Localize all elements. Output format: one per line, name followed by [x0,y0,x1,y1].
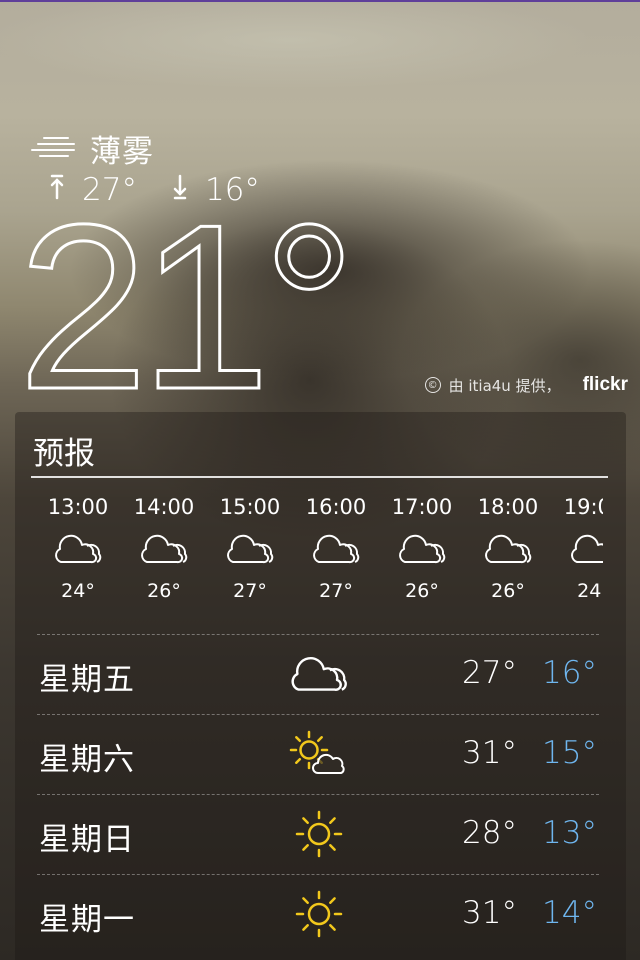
hourly-item: 17:00 26° [379,492,465,606]
hourly-item: 16:00 27° [293,492,379,606]
day-low: 13° [542,815,597,851]
partly-sunny-icon [287,727,351,781]
hourly-item: 14:00 26° [121,492,207,606]
current-temperature-text: 21° [18,185,348,395]
copyright-icon: © [424,377,441,393]
credit-text: 由 itia4u 提供， [448,376,561,395]
day-high: 27° [462,655,517,691]
top-accent-line [0,0,640,2]
cloud-icon [287,647,351,701]
hour-temp: 26° [147,580,181,602]
forecast-divider [31,476,608,478]
day-high: 31° [462,735,517,771]
hourly-forecast-strip[interactable]: 13:00 24° 14:00 26° 15:00 27° 16:00 27° … [35,492,603,622]
hour-time: 17:00 [391,495,453,519]
day-name: 星期日 [39,822,135,858]
hourly-item: 19:00 24° [551,492,603,606]
daily-row[interactable]: 星期一 31° 14° [37,874,599,954]
flickr-logo[interactable]: flickr [583,374,628,396]
condition-label: 薄雾 [90,134,154,170]
hour-time: 19:00 [563,495,603,519]
cloud-icon [465,522,551,576]
current-temperature: 21° [17,174,358,440]
day-high: 28° [462,815,517,851]
day-name: 星期一 [39,902,135,938]
cloud-icon [207,522,293,576]
day-name: 星期五 [39,662,135,698]
daily-row[interactable]: 星期六 31° 15° [37,714,599,794]
hour-time: 15:00 [219,495,281,519]
cloud-icon [121,522,207,576]
cloud-icon [293,522,379,576]
forecast-panel: 预报 13:00 24° 14:00 26° 15:00 27° 16:00 2… [15,412,626,960]
day-low: 15° [542,735,597,771]
hour-time: 18:00 [477,495,539,519]
hour-time: 13:00 [47,495,109,519]
daily-row[interactable]: 星期五 27° 16° [37,634,599,714]
cloud-icon [551,522,603,576]
sun-icon [287,807,351,861]
hour-temp: 27° [233,580,267,602]
hour-temp: 24° [61,580,95,602]
daily-row[interactable]: 星期日 28° 13° [37,794,599,874]
hourly-item: 15:00 27° [207,492,293,606]
forecast-title: 预报 [33,436,95,472]
fog-icon [30,134,76,164]
daily-forecast-list: 星期五 27° 16° 星期六 31° 15° 星期日 28° 13° 星期一 … [37,634,599,954]
photo-credit[interactable]: © 由 itia4u 提供， flickr [424,374,628,396]
day-low: 14° [542,895,597,931]
hourly-item: 18:00 26° [465,492,551,606]
cloud-icon [35,522,121,576]
day-low: 16° [542,655,597,691]
current-condition: 薄雾 [30,126,154,171]
hour-time: 14:00 [133,495,195,519]
hour-temp: 24° [577,580,603,602]
hour-temp: 26° [405,580,439,602]
hour-temp: 26° [491,580,525,602]
sun-icon [287,887,351,941]
hour-temp: 27° [319,580,353,602]
day-name: 星期六 [39,742,135,778]
hourly-item: 13:00 24° [35,492,121,606]
cloud-icon [379,522,465,576]
hour-time: 16:00 [305,495,367,519]
day-high: 31° [462,895,517,931]
